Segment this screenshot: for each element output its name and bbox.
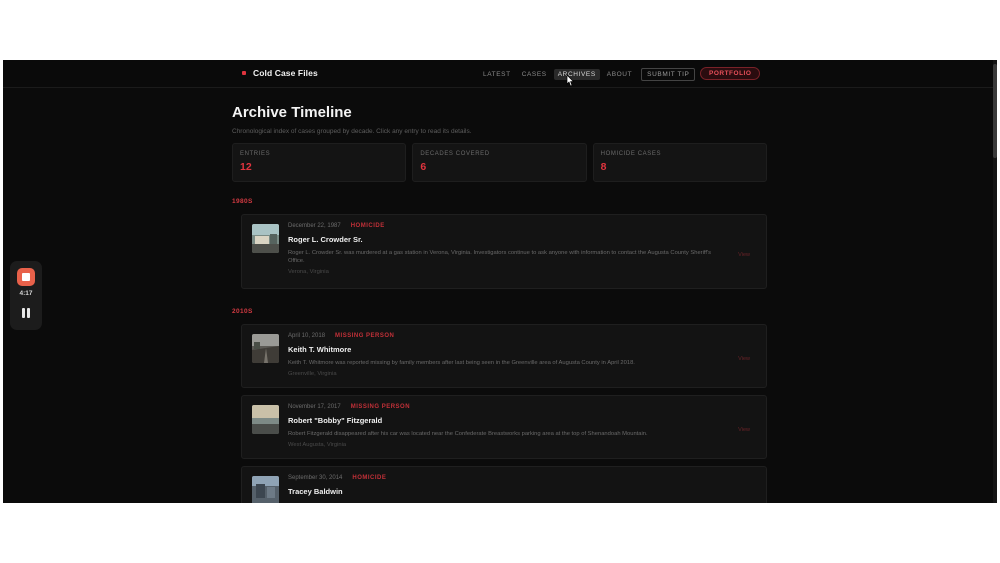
stat-label: HOMICIDE CASES <box>600 151 662 157</box>
case-entry[interactable]: November 17, 2017 MISSING PERSON Robert … <box>241 395 767 459</box>
browser-viewport: Cold Case Files LATEST CASES ARCHIVES AB… <box>3 60 997 503</box>
entry-date: September 30, 2014 <box>288 475 343 481</box>
nav-about[interactable]: ABOUT <box>603 69 636 80</box>
entry-meta: September 30, 2014 HOMICIDE <box>288 475 756 481</box>
entry-tag: MISSING PERSON <box>335 333 395 339</box>
stat-label: DECADES COVERED <box>420 151 490 157</box>
case-thumbnail <box>252 405 279 434</box>
case-thumbnail <box>252 476 279 503</box>
nav-links: LATEST CASES ARCHIVES ABOUT SUBMIT TIP <box>479 68 696 81</box>
entry-description: Keith T. Whitmore was reported missing b… <box>288 360 635 366</box>
stat-label: ENTRIES <box>240 151 271 157</box>
entry-tag: HOMICIDE <box>350 223 385 229</box>
brand[interactable]: Cold Case Files <box>242 68 318 78</box>
entry-date: November 17, 2017 <box>288 404 341 410</box>
screen-recorder-widget: 4:17 <box>10 261 42 330</box>
entry-description: Robert Fitzgerald disappeared after his … <box>288 431 648 437</box>
entry-name[interactable]: Tracey Baldwin <box>288 487 756 496</box>
stat-card-decades: DECADES COVERED 6 <box>412 143 587 182</box>
decade-heading-2010s: 2010S <box>232 308 253 315</box>
stats-row: ENTRIES 12 DECADES COVERED 6 HOMICIDE CA… <box>232 143 767 182</box>
stop-recording-icon[interactable] <box>17 268 35 286</box>
nav-archives[interactable]: ARCHIVES <box>553 69 600 80</box>
entry-location: West Augusta, Virginia <box>288 442 347 448</box>
stat-card-entries: ENTRIES 12 <box>232 143 407 182</box>
page-title: Archive Timeline <box>232 104 352 121</box>
case-entry[interactable]: September 30, 2014 HOMICIDE Tracey Baldw… <box>241 466 767 503</box>
pause-icon[interactable] <box>21 308 31 318</box>
scrollbar-thumb[interactable] <box>993 64 997 158</box>
case-entry[interactable]: April 10, 2018 MISSING PERSON Keith T. W… <box>241 324 767 388</box>
entry-date: April 10, 2018 <box>288 333 326 339</box>
stat-value: 6 <box>420 161 427 173</box>
entry-tag: MISSING PERSON <box>350 404 411 410</box>
mouse-cursor-icon <box>566 74 575 87</box>
entry-location: Verona, Virginia <box>288 269 329 275</box>
submit-tip-button[interactable]: SUBMIT TIP <box>641 68 696 81</box>
entry-meta: November 17, 2017 MISSING PERSON <box>288 404 756 410</box>
case-thumbnail <box>252 334 279 363</box>
scrollbar[interactable] <box>993 60 997 503</box>
case-entry[interactable]: December 22, 1987 HOMICIDE Roger L. Crow… <box>241 214 767 289</box>
brand-dot-icon <box>242 71 246 75</box>
entry-date: December 22, 1987 <box>288 223 341 229</box>
case-thumbnail <box>252 224 279 253</box>
entry-name[interactable]: Robert "Bobby" Fitzgerald <box>288 416 756 425</box>
brand-name: Cold Case Files <box>253 68 318 78</box>
nav-latest[interactable]: LATEST <box>479 69 515 80</box>
view-link[interactable]: View <box>738 356 750 362</box>
view-link[interactable]: View <box>738 252 750 258</box>
entry-meta: April 10, 2018 MISSING PERSON <box>288 333 756 339</box>
stat-card-homicides: HOMICIDE CASES 8 <box>592 143 767 182</box>
entry-location: Greenville, Virginia <box>288 371 337 377</box>
recording-time: 4:17 <box>19 290 33 297</box>
nav-cases[interactable]: CASES <box>518 69 551 80</box>
portfolio-button[interactable]: PORTFOLIO <box>700 67 761 80</box>
entry-name[interactable]: Roger L. Crowder Sr. <box>288 235 756 244</box>
view-link[interactable]: View <box>738 427 750 433</box>
entry-name[interactable]: Keith T. Whitmore <box>288 345 756 354</box>
page-subtitle: Chronological index of cases grouped by … <box>232 128 472 135</box>
entry-tag: HOMICIDE <box>352 475 387 481</box>
decade-heading-1980s: 1980S <box>232 198 253 205</box>
entry-description: Roger L. Crowder Sr. was murdered at a g… <box>288 250 712 264</box>
main-content: Archive Timeline Chronological index of … <box>232 104 767 503</box>
entry-meta: December 22, 1987 HOMICIDE <box>288 223 756 229</box>
top-navigation: Cold Case Files LATEST CASES ARCHIVES AB… <box>3 60 997 88</box>
stat-value: 8 <box>600 161 607 173</box>
stat-value: 12 <box>240 161 252 173</box>
